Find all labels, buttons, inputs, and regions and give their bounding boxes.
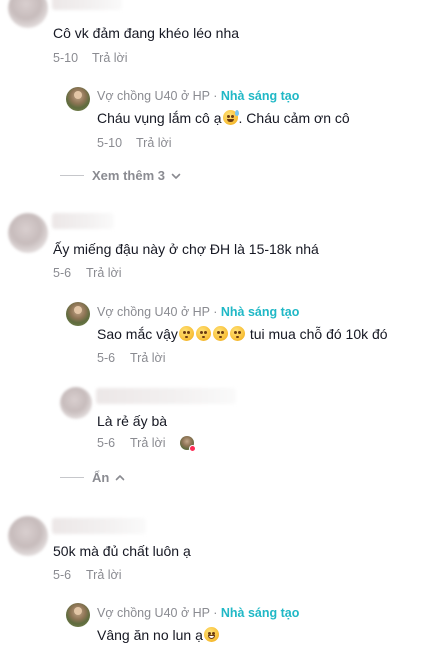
creator-name-line[interactable]: Vợ chồng U40 ở HP · Nhà sáng tạo — [97, 89, 299, 103]
reply-button[interactable]: Trả lời — [130, 351, 166, 365]
comment-date: 5-6 — [53, 568, 72, 582]
commenter-avatar[interactable] — [8, 516, 48, 556]
comment-text: 50k mà đủ chất luôn ạ — [53, 543, 191, 559]
comment-text: Cô vk đảm đang khéo léo nha — [53, 25, 240, 41]
creator-avatar[interactable] — [66, 302, 90, 326]
name-separator: · — [209, 606, 221, 620]
commenter-name[interactable] — [52, 518, 146, 534]
reply-text-part: Vâng ăn no lun ạ — [97, 627, 203, 643]
flushed-emoji — [178, 326, 194, 341]
comment-date: 5-6 — [53, 266, 72, 280]
comment-date: 5-10 — [53, 51, 79, 65]
view-more-label[interactable]: Xem thêm 3 — [92, 168, 165, 183]
grin-emoji — [203, 627, 219, 642]
chevron-up-icon[interactable] — [115, 473, 125, 483]
flushed-emoji — [195, 326, 211, 341]
flushed-emoji — [229, 326, 245, 341]
view-more-replies-button[interactable]: Xem thêm 3 — [60, 168, 181, 183]
creator-liked-indicator — [180, 436, 198, 454]
commenter-avatar[interactable] — [60, 387, 92, 419]
sweat-smile-emoji — [222, 110, 239, 125]
reply-text-part: tui mua chỗ đó 10k đó — [245, 326, 388, 342]
creator-name[interactable]: Vợ chồng U40 ở HP — [97, 606, 210, 620]
name-separator: · — [209, 305, 221, 319]
reply-date: 5-10 — [97, 136, 123, 150]
reply-date: 5-6 — [97, 436, 116, 450]
reply-button[interactable]: Trả lời — [136, 136, 172, 150]
creator-name-line[interactable]: Vợ chồng U40 ở HP · Nhà sáng tạo — [97, 606, 299, 620]
reply-date: 5-6 — [97, 351, 116, 365]
heart-icon — [189, 445, 196, 452]
creator-avatar[interactable] — [66, 603, 90, 627]
creator-name[interactable]: Vợ chồng U40 ở HP — [97, 305, 210, 319]
hide-replies-button[interactable]: Ẩn — [60, 470, 125, 485]
reply-text: Sao mắc vậy tui mua chỗ đó 10k đó — [97, 325, 388, 343]
commenter-avatar[interactable] — [8, 0, 48, 28]
reply-text-part: Sao mắc vậy — [97, 326, 178, 342]
reply-button[interactable]: Trả lời — [86, 568, 122, 582]
chevron-down-icon[interactable] — [171, 171, 181, 181]
creator-name-line[interactable]: Vợ chồng U40 ở HP · Nhà sáng tạo — [97, 305, 299, 319]
reply-button[interactable]: Trả lời — [86, 266, 122, 280]
reply-text: Là rẻ ấy bà — [97, 413, 168, 429]
creator-badge: Nhà sáng tạo — [220, 606, 300, 620]
reply-button[interactable]: Trả lời — [130, 436, 166, 450]
creator-avatar[interactable] — [66, 87, 90, 111]
divider-line — [60, 175, 84, 176]
creator-badge: Nhà sáng tạo — [220, 305, 300, 319]
creator-name[interactable]: Vợ chồng U40 ở HP — [97, 89, 210, 103]
reply-text-part: . Cháu cảm ơn cô — [238, 110, 350, 126]
commenter-name[interactable] — [52, 213, 114, 229]
commenter-name[interactable] — [52, 0, 122, 10]
comment-text: Ấy miếng đậu này ở chợ ĐH là 15-18k nhá — [53, 241, 319, 257]
commenter-avatar[interactable] — [8, 213, 48, 253]
creator-badge: Nhà sáng tạo — [220, 89, 300, 103]
reply-text-part: Cháu vụng lắm cô ạ — [97, 110, 222, 126]
divider-line — [60, 477, 84, 478]
commenter-name[interactable] — [96, 388, 236, 404]
reply-text: Vâng ăn no lun ạ — [97, 626, 220, 644]
reply-text: Cháu vụng lắm cô ạ . Cháu cảm ơn cô — [97, 109, 350, 127]
hide-label[interactable]: Ẩn — [92, 470, 109, 485]
reply-button[interactable]: Trả lời — [92, 51, 128, 65]
flushed-emoji — [212, 326, 228, 341]
name-separator: · — [209, 89, 221, 103]
